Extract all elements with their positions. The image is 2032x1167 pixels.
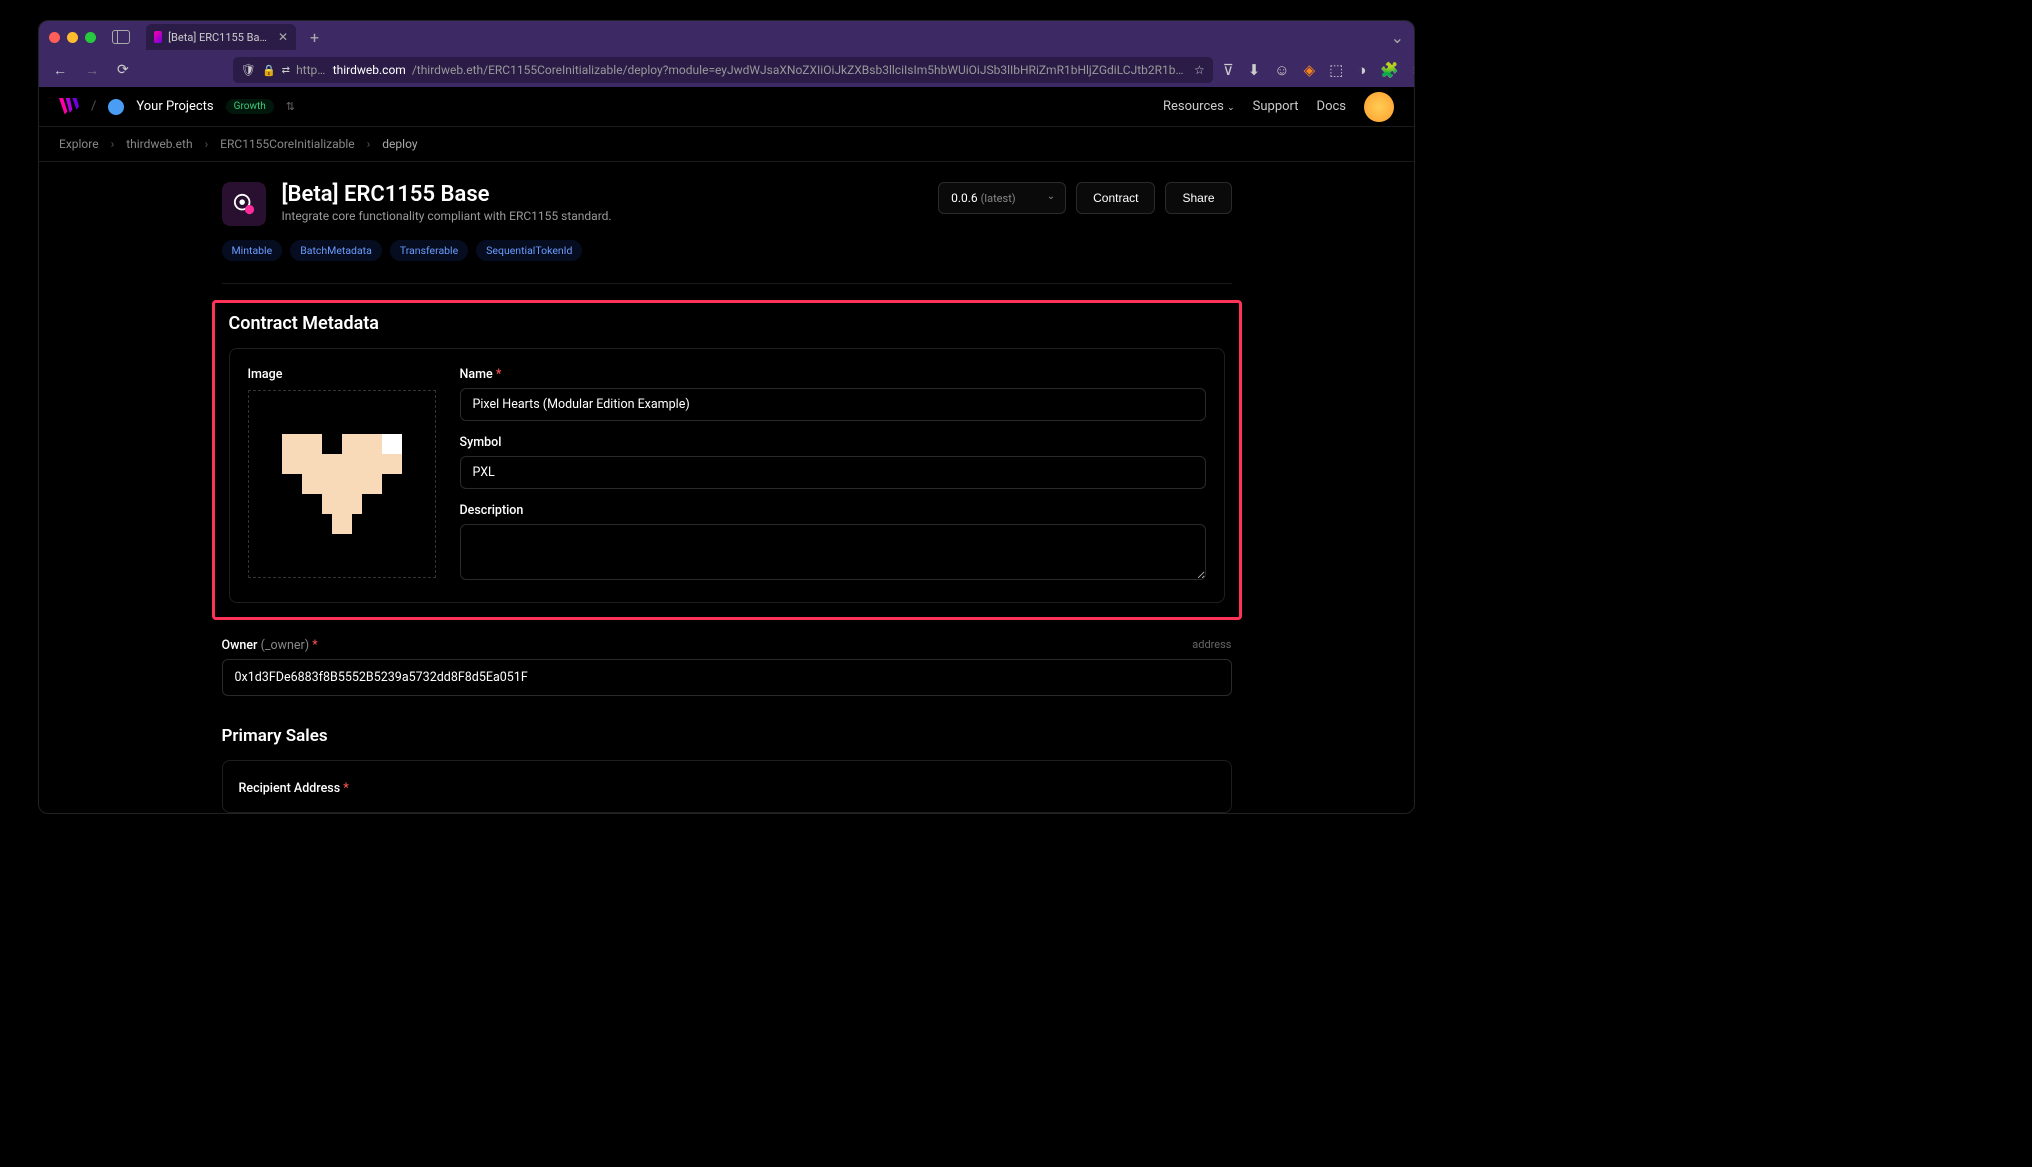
version-select[interactable]: 0.0.6 (latest) ⌄ [938, 182, 1066, 214]
selector-arrows-icon[interactable]: ⇅ [286, 100, 295, 113]
pixel-heart-image [282, 434, 402, 534]
shield-icon[interactable]: 🛡 [241, 63, 256, 77]
extension-icon[interactable]: ⬚ [1329, 61, 1343, 79]
breadcrumb-item[interactable]: ERC1155CoreInitializable [220, 137, 355, 151]
project-avatar [108, 99, 124, 115]
name-input[interactable] [460, 388, 1206, 421]
recipient-card: Recipient Address * [222, 760, 1232, 813]
image-label: Image [248, 367, 436, 382]
contract-subtitle: Integrate core functionality compliant w… [282, 209, 612, 223]
tab-favicon [154, 31, 162, 43]
breadcrumb-item[interactable]: deploy [382, 137, 417, 151]
puzzle-icon[interactable]: 🧩 [1380, 61, 1399, 79]
contract-metadata-highlight: Contract Metadata Image [212, 300, 1242, 620]
extension2-icon[interactable]: ◑ [1357, 61, 1366, 79]
lock-icon: 🔒 [262, 64, 276, 77]
contract-button[interactable]: Contract [1076, 182, 1155, 214]
browser-titlebar: [Beta] ERC1155 Base | Publishe ✕ + ⌄ [39, 21, 1414, 53]
tag-sequentialtokenid[interactable]: SequentialTokenId [476, 240, 582, 261]
sidebar-toggle-icon[interactable] [112, 30, 130, 44]
menu-icon[interactable]: ≡ [1413, 61, 1415, 79]
growth-badge: Growth [226, 99, 274, 114]
project-selector[interactable]: Your Projects [136, 99, 213, 114]
section-title: Contract Metadata [229, 313, 1225, 334]
chevron-down-icon: ⌄ [1047, 191, 1055, 202]
breadcrumb-item[interactable]: thirdweb.eth [126, 137, 192, 151]
permissions-icon[interactable]: ⇄ [282, 65, 290, 76]
contract-icon [222, 182, 266, 226]
browser-url-bar: ← → ⟳ 🛡 🔒 ⇄ https:// thirdweb.com /third… [39, 53, 1414, 87]
owner-input[interactable] [222, 659, 1232, 696]
image-dropzone[interactable] [248, 390, 436, 578]
symbol-label: Symbol [460, 435, 1206, 450]
owner-label: Owner (_owner) * [222, 638, 318, 653]
primary-sales-title: Primary Sales [222, 726, 1232, 746]
forward-button[interactable]: → [81, 62, 103, 79]
tag-transferable[interactable]: Transferable [390, 240, 468, 261]
window-maximize-button[interactable] [85, 32, 96, 43]
metamask-icon[interactable]: ◈ [1304, 61, 1316, 79]
owner-section: Owner (_owner) * address [222, 638, 1232, 696]
chevron-right-icon: › [367, 137, 371, 151]
window-close-button[interactable] [49, 32, 60, 43]
reload-button[interactable]: ⟳ [113, 62, 133, 78]
primary-sales-section: Primary Sales Recipient Address * [222, 726, 1232, 813]
chevron-right-icon: › [205, 137, 209, 151]
breadcrumb: Explore › thirdweb.eth › ERC1155CoreInit… [39, 127, 1414, 162]
window-buttons [49, 32, 96, 43]
download-icon[interactable]: ⬇ [1248, 61, 1261, 79]
user-avatar[interactable] [1364, 92, 1394, 122]
app-header: / Your Projects Growth ⇅ Resources ⌄ Sup… [39, 87, 1414, 127]
support-link[interactable]: Support [1253, 99, 1299, 114]
tag-batchmetadata[interactable]: BatchMetadata [290, 240, 382, 261]
window-minimize-button[interactable] [67, 32, 78, 43]
close-tab-icon[interactable]: ✕ [278, 30, 288, 44]
new-tab-button[interactable]: + [304, 28, 325, 47]
owner-type-label: address [1192, 638, 1231, 653]
metadata-card: Image [229, 348, 1225, 603]
chevron-right-icon: › [111, 137, 115, 151]
back-button[interactable]: ← [49, 62, 71, 79]
contract-title: [Beta] ERC1155 Base [282, 182, 612, 207]
resources-link[interactable]: Resources ⌄ [1163, 99, 1235, 114]
docs-link[interactable]: Docs [1317, 99, 1346, 114]
bookmark-icon[interactable]: ☆ [1194, 63, 1205, 77]
pocket-icon[interactable]: ⊽ [1223, 61, 1234, 79]
contract-header: [Beta] ERC1155 Base Integrate core funct… [222, 182, 1232, 226]
account-icon[interactable]: ☺ [1274, 61, 1289, 79]
breadcrumb-item[interactable]: Explore [59, 137, 99, 151]
thirdweb-logo[interactable] [59, 98, 79, 116]
description-input[interactable] [460, 524, 1206, 580]
share-button[interactable]: Share [1165, 182, 1231, 214]
name-label: Name * [460, 367, 1206, 382]
tab-title: [Beta] ERC1155 Base | Publishe [168, 31, 272, 44]
url-field[interactable]: 🛡 🔒 ⇄ https:// thirdweb.com /thirdweb.et… [233, 57, 1213, 83]
chevron-down-icon[interactable]: ⌄ [1391, 28, 1404, 47]
browser-tab[interactable]: [Beta] ERC1155 Base | Publishe ✕ [146, 24, 296, 50]
recipient-label: Recipient Address * [239, 781, 349, 796]
tag-mintable[interactable]: Mintable [222, 240, 283, 261]
contract-tags: Mintable BatchMetadata Transferable Sequ… [222, 240, 1232, 261]
symbol-input[interactable] [460, 456, 1206, 489]
description-label: Description [460, 503, 1206, 518]
